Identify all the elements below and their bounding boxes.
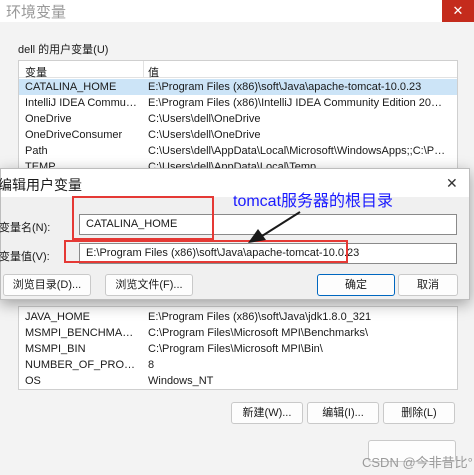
variable-name: NUMBER_OF_PROCESSORS [25,359,141,371]
variable-name: MSMPI_BENCHMARKS [25,327,141,339]
annotation-highlight-name [72,196,214,240]
column-header-variable[interactable]: 变量 [25,64,47,80]
browse-file-button[interactable]: 浏览文件(F)... [105,274,193,296]
variable-value-label: 变量值(V): [0,251,50,263]
variable-value: C:\Users\dell\OneDrive [148,129,261,141]
cancel-button[interactable]: 取消 [398,274,458,296]
table-row[interactable]: JAVA_HOME E:\Program Files (x86)\soft\Ja… [19,309,457,325]
variable-value: C:\Program Files\Microsoft MPI\Benchmark… [148,327,369,339]
dialog-title: 编辑用户变量 [0,177,82,193]
close-icon[interactable]: ✕ [442,0,474,22]
window-title: 环境变量 [6,4,67,21]
list-header: 变量 值 [19,61,457,80]
annotation-highlight-value [64,240,348,263]
variable-value: E:\Program Files (x86)\soft\Java\apache-… [148,81,422,93]
table-row[interactable]: MSMPI_BENCHMARKS C:\Program Files\Micros… [19,325,457,341]
variable-name: Path [25,145,48,157]
annotation-label: tomcat服务器的根目录 [233,193,394,210]
variable-name: OneDrive [25,113,72,125]
watermark: CSDN @今非昔比° [362,455,473,470]
column-header-value[interactable]: 值 [148,64,159,80]
user-variables-list[interactable]: 变量 值 CATALINA_HOME E:\Program Files (x86… [18,60,458,175]
system-variables-list[interactable]: JAVA_HOME E:\Program Files (x86)\soft\Ja… [18,306,458,390]
table-row[interactable]: CATALINA_HOME E:\Program Files (x86)\sof… [19,79,457,95]
variable-name: MSMPI_BIN [25,343,86,355]
variable-value: C:\Users\dell\AppData\Local\Microsoft\Wi… [148,145,448,157]
close-icon[interactable]: ✕ [446,175,458,192]
variable-name: JAVA_HOME [25,311,90,323]
variable-name: CATALINA_HOME [25,81,117,93]
window-titlebar: 环境变量 ✕ [0,0,474,22]
variable-name: IntelliJ IDEA Community E... [25,97,141,109]
table-row[interactable]: Path C:\Users\dell\AppData\Local\Microso… [19,143,457,159]
variable-value: C:\Users\dell\OneDrive [148,113,261,125]
table-row[interactable]: OneDrive C:\Users\dell\OneDrive [19,111,457,127]
variable-value: 8 [148,359,155,371]
column-divider[interactable] [143,61,144,78]
variable-value: C:\Program Files\Microsoft MPI\Bin\ [148,343,323,355]
ok-button[interactable]: 确定 [317,274,395,296]
variable-name: OS [25,375,41,387]
variable-value: Windows_NT [148,375,214,387]
table-row[interactable]: OS Windows_NT [19,373,457,389]
table-row[interactable]: OneDriveConsumer C:\Users\dell\OneDrive [19,127,457,143]
variable-value: E:\Program Files (x86)\soft\Java\jdk1.8.… [148,311,372,323]
variable-name: OneDriveConsumer [25,129,123,141]
variable-name-label: 变量名(N): [0,222,51,234]
table-row[interactable]: MSMPI_BIN C:\Program Files\Microsoft MPI… [19,341,457,357]
variable-value: E:\Program Files (x86)\IntelliJ IDEA Com… [148,97,448,109]
delete-system-variable-button[interactable]: 删除(L) [383,402,455,424]
new-system-variable-button[interactable]: 新建(W)... [231,402,303,424]
browse-directory-button[interactable]: 浏览目录(D)... [3,274,91,296]
table-row[interactable]: IntelliJ IDEA Community E... E:\Program … [19,95,457,111]
table-row[interactable]: NUMBER_OF_PROCESSORS 8 [19,357,457,373]
user-variables-group-label: dell 的用户变量(U) [18,44,109,56]
edit-system-variable-button[interactable]: 编辑(I)... [307,402,379,424]
